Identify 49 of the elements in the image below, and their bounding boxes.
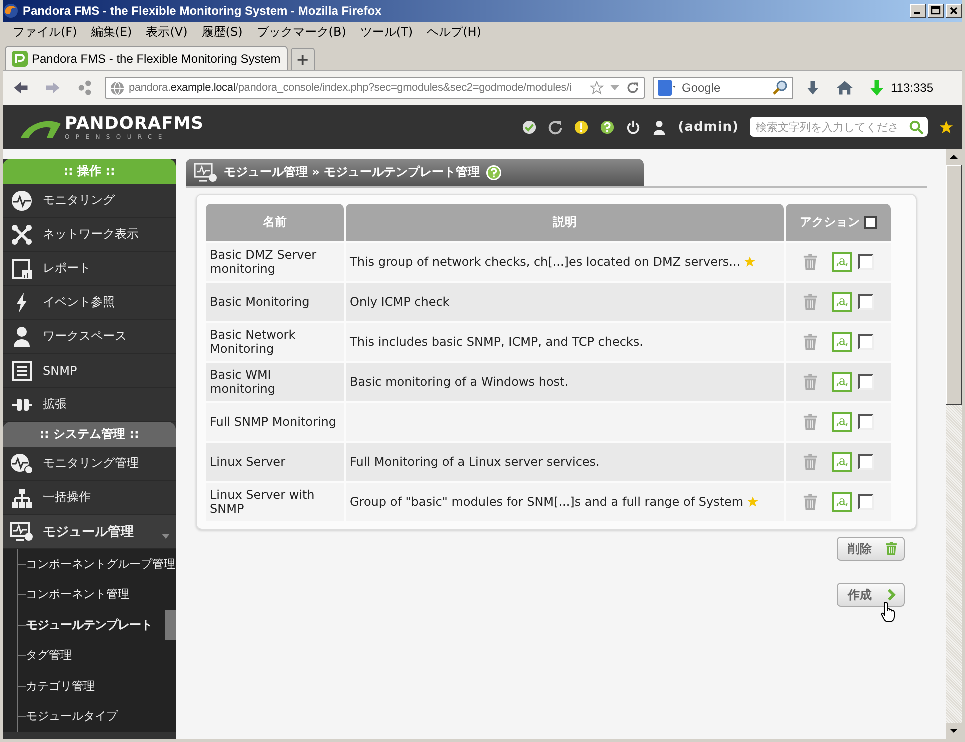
search-field[interactable]: Google bbox=[653, 77, 793, 99]
menu-item[interactable]: レポート bbox=[3, 252, 176, 286]
column-header: 名前 bbox=[206, 204, 344, 241]
menu-section-header[interactable]: :: システム管理 :: bbox=[3, 422, 176, 447]
menu-item[interactable]: 表示(V) bbox=[140, 24, 194, 40]
submenu-item[interactable]: モジュールテンプレート bbox=[26, 616, 152, 634]
menu-item[interactable]: ツール(T) bbox=[354, 24, 420, 40]
submenu-item[interactable]: モジュールタイプ bbox=[26, 709, 118, 724]
menu-item[interactable]: 履歴(S) bbox=[196, 24, 249, 40]
logo-text: PANDORAFMS bbox=[65, 114, 204, 134]
template-description: Basic monitoring of a Windows host. bbox=[350, 375, 569, 389]
template-name: Basic WMI monitoring bbox=[206, 361, 344, 401]
template-name: Linux Server bbox=[206, 441, 344, 481]
template-description: Full Monitoring of a Linux server services. bbox=[350, 455, 600, 469]
menu-item[interactable]: モニタリング管理 bbox=[3, 447, 176, 481]
template-name: Full SNMP Monitoring bbox=[206, 401, 344, 441]
menu-item[interactable]: ヘルプ(H) bbox=[421, 24, 488, 40]
submenu-item[interactable]: タグ管理 bbox=[26, 648, 72, 664]
menu-item[interactable]: モニタリング bbox=[3, 184, 176, 218]
template-description: Only ICMP check bbox=[350, 295, 450, 309]
create-button[interactable]: 作成 bbox=[837, 583, 905, 607]
column-header: アクション bbox=[800, 214, 860, 231]
submenu-item[interactable]: コンポーネント管理 bbox=[26, 587, 130, 602]
menu-item[interactable]: ファイル(F) bbox=[7, 24, 84, 40]
menu-item[interactable]: ネットワーク表示 bbox=[3, 218, 176, 252]
menu-item[interactable]: モジュール管理 bbox=[3, 515, 176, 549]
menu-item[interactable]: ワークスペース bbox=[3, 320, 176, 354]
submenu-item[interactable]: カテゴリ管理 bbox=[26, 678, 95, 694]
template-name: Basic DMZ Server monitoring bbox=[206, 241, 344, 281]
template-description: Group of "basic" modules for SNM[...]s and a full range of System bbox=[350, 495, 744, 509]
template-name: Basic Monitoring bbox=[206, 281, 344, 321]
menu-item[interactable]: SNMP bbox=[3, 354, 176, 388]
page-title: モジュール管理 » モジュールテンプレート管理 bbox=[224, 164, 480, 181]
template-name: Linux Server with SNMP bbox=[206, 481, 344, 521]
submenu-item[interactable]: コンポーネントグループ管理 bbox=[26, 556, 176, 572]
menu-item[interactable]: ブックマーク(B) bbox=[250, 24, 352, 40]
menu-item[interactable]: 編集(E) bbox=[85, 24, 138, 40]
menu-item[interactable]: イベント参照 bbox=[3, 286, 176, 320]
template-description: This group of network checks, ch[...]es located on DMZ servers... bbox=[350, 255, 741, 269]
browser-tab[interactable]: Pandora FMS - the Flexible Monitoring System bbox=[5, 46, 288, 70]
column-header: 説明 bbox=[346, 204, 784, 241]
user-link[interactable]: (admin) bbox=[678, 120, 739, 134]
counter-text: 113:335 bbox=[891, 81, 934, 95]
new-tab-button[interactable]: + bbox=[290, 48, 315, 70]
template-description: This includes basic SNMP, ICMP, and TCP checks. bbox=[350, 335, 644, 349]
address-field[interactable]: pandora.example.local/pandora_console/index.php?sec=gmodules&sec2=godmode/modules/i bbox=[105, 77, 645, 99]
template-name: Basic Network Monitoring bbox=[206, 321, 344, 361]
delete-button[interactable]: 削除 bbox=[837, 537, 905, 561]
window-title: Pandora FMS - the Flexible Monitoring System - Mozilla Firefox bbox=[23, 4, 383, 18]
